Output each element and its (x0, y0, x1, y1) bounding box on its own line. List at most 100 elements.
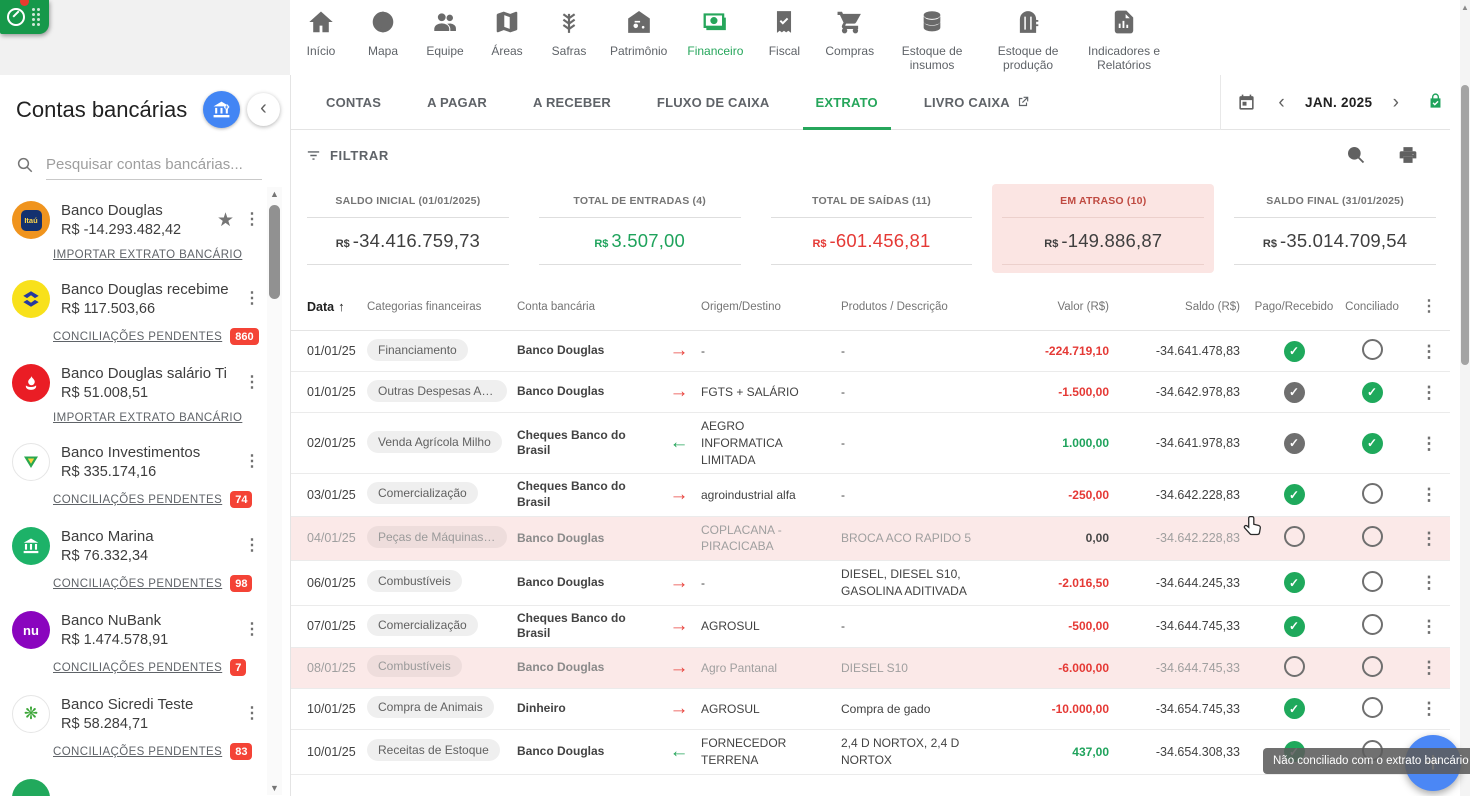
reconciled-status-icon[interactable] (1362, 614, 1383, 635)
transaction-row[interactable]: 01/01/25 Financiamento Banco Douglas → -… (291, 331, 1450, 372)
reconciled-status-icon[interactable] (1362, 656, 1383, 677)
bank-account-item-banco-douglas-salario-ti[interactable]: Banco Douglas salário Ti... R$ 51.008,51… (0, 354, 268, 433)
period-label[interactable]: JAN. 2025 (1293, 95, 1385, 110)
sidebar-scrollbar[interactable]: ▲ ▼ (267, 187, 282, 795)
account-action-link[interactable]: CONCILIAÇÕES PENDENTES (53, 746, 222, 758)
print-button[interactable] (1398, 145, 1418, 168)
row-menu-icon[interactable]: ⋮ (1421, 658, 1438, 677)
tab-extrato[interactable]: EXTRATO (793, 75, 901, 129)
row-menu-icon[interactable]: ⋮ (1421, 485, 1438, 504)
reconciled-status-icon[interactable] (1362, 697, 1383, 718)
account-action-link[interactable]: CONCILIAÇÕES PENDENTES (53, 494, 222, 506)
reconciliation-lock-icon[interactable] (1427, 91, 1444, 115)
page-scrollbar[interactable]: ▲ (1460, 0, 1470, 796)
column-header-data[interactable]: Data↑ (291, 299, 367, 314)
paid-status-icon[interactable] (1284, 526, 1305, 547)
account-action-link[interactable]: CONCILIAÇÕES PENDENTES (53, 331, 222, 343)
previous-month-button[interactable]: ‹ (1270, 92, 1292, 114)
transaction-row[interactable]: 08/01/25 Combustíveis Banco Douglas → Ag… (291, 648, 1450, 689)
transaction-row[interactable]: 01/01/25 Outras Despesas Ad... Banco Dou… (291, 372, 1450, 413)
tab-livro-caixa[interactable]: LIVRO CAIXA (901, 75, 1053, 129)
reconciled-status-icon[interactable] (1362, 339, 1383, 360)
column-header-produtos[interactable]: Produtos / Descrição (841, 301, 1001, 313)
bank-account-item-banco-douglas-recebime[interactable]: Banco Douglas recebime... R$ 117.503,66 … (0, 270, 268, 354)
bank-account-item-banco-nubank[interactable]: nu Banco NuBank R$ 1.474.578,91 ⋮ CONCIL… (0, 601, 268, 685)
drag-handle-icon[interactable] (32, 8, 40, 26)
account-action-link[interactable]: IMPORTAR EXTRATO BANCÁRIO (53, 249, 242, 261)
table-menu-icon[interactable]: ⋮ (1408, 299, 1450, 315)
transaction-row[interactable]: 06/01/25 Combustíveis Banco Douglas → - … (291, 561, 1450, 606)
account-action-link[interactable]: IMPORTAR EXTRATO BANCÁRIO (53, 412, 242, 424)
row-menu-icon[interactable]: ⋮ (1421, 342, 1438, 361)
column-header-saldo[interactable]: Saldo (R$) (1117, 301, 1252, 313)
reconciled-status-icon[interactable]: ✓ (1362, 382, 1383, 403)
add-bank-account-button[interactable] (203, 91, 240, 128)
extension-widget[interactable] (0, 0, 49, 34)
transaction-row[interactable]: 04/01/25 Peças de Máquinas e ... Banco D… (291, 517, 1450, 562)
row-menu-icon[interactable]: ⋮ (1421, 383, 1438, 402)
nav-item-compras[interactable]: Compras (815, 9, 884, 59)
kebab-menu-icon[interactable]: ⋮ (244, 375, 260, 391)
nav-item-fiscal[interactable]: Fiscal (753, 9, 815, 59)
page-scrollbar-thumb[interactable] (1461, 85, 1469, 365)
row-menu-icon[interactable]: ⋮ (1421, 529, 1438, 548)
calendar-button[interactable] (1237, 93, 1256, 112)
transaction-row[interactable]: 03/01/25 Comercialização Cheques Banco d… (291, 474, 1450, 516)
paid-status-icon[interactable]: ✓ (1284, 616, 1305, 637)
tab-a-pagar[interactable]: A PAGAR (404, 75, 510, 129)
account-action-link[interactable]: CONCILIAÇÕES PENDENTES (53, 578, 222, 590)
reconciled-status-icon[interactable] (1362, 571, 1383, 592)
paid-status-icon[interactable]: ✓ (1284, 572, 1305, 593)
bank-account-item-banco-marina[interactable]: Banco Marina R$ 76.332,34 ⋮ CONCILIAÇÕES… (0, 517, 268, 601)
column-header-origem[interactable]: Origem/Destino (701, 301, 841, 313)
row-menu-icon[interactable]: ⋮ (1421, 434, 1438, 453)
scroll-up-arrow-icon[interactable]: ▲ (267, 189, 282, 199)
column-header-valor[interactable]: Valor (R$) (1001, 301, 1117, 313)
nav-item-safras[interactable]: Safras (538, 9, 600, 59)
bank-account-item-banco-investimentos[interactable]: Banco Investimentos R$ 335.174,16 ⋮ CONC… (0, 433, 268, 517)
column-header-categorias[interactable]: Categorias financeiras (367, 301, 517, 313)
column-header-conciliado[interactable]: Conciliado (1336, 301, 1408, 313)
column-header-pago[interactable]: Pago/Recebido (1252, 301, 1336, 313)
paid-status-icon[interactable]: ✓ (1284, 341, 1305, 362)
star-icon[interactable]: ★ (217, 209, 234, 232)
scroll-up-arrow-icon[interactable]: ▲ (1460, 3, 1470, 12)
kebab-menu-icon[interactable]: ⋮ (244, 454, 260, 470)
nav-item-estoque-de-producao[interactable]: Estoque de produção (980, 9, 1076, 73)
kebab-menu-icon[interactable]: ⋮ (244, 538, 260, 554)
tab-contas[interactable]: CONTAS (303, 75, 404, 129)
reconciled-status-icon[interactable]: ✓ (1362, 433, 1383, 454)
search-transactions-button[interactable] (1346, 145, 1366, 168)
nav-item-mapa[interactable]: Mapa (352, 9, 414, 59)
row-menu-icon[interactable]: ⋮ (1421, 699, 1438, 718)
nav-item-equipe[interactable]: Equipe (414, 9, 476, 59)
bank-account-item-item[interactable]: ⋮ (0, 769, 268, 796)
kebab-menu-icon[interactable]: ⋮ (244, 622, 260, 638)
nav-item-inicio[interactable]: Início (290, 9, 352, 59)
account-action-link[interactable]: CONCILIAÇÕES PENDENTES (53, 662, 222, 674)
search-accounts-input[interactable] (46, 152, 262, 180)
nav-item-estoque-de-insumos[interactable]: Estoque de insumos (884, 9, 980, 73)
paid-status-icon[interactable]: ✓ (1284, 698, 1305, 719)
collapse-sidebar-button[interactable]: ‹ (247, 93, 280, 126)
nav-item-areas[interactable]: Áreas (476, 9, 538, 59)
column-header-conta[interactable]: Conta bancária (517, 301, 657, 313)
scroll-down-arrow-icon[interactable]: ▼ (267, 783, 282, 793)
paid-status-icon[interactable]: ✓ (1284, 382, 1305, 403)
tab-fluxo-de-caixa[interactable]: FLUXO DE CAIXA (634, 75, 793, 129)
sidebar-scrollbar-thumb[interactable] (269, 205, 280, 299)
filter-button[interactable]: FILTRAR (305, 147, 389, 164)
next-month-button[interactable]: › (1385, 92, 1407, 114)
row-menu-icon[interactable]: ⋮ (1421, 617, 1438, 636)
nav-item-patrimonio[interactable]: Patrimônio (600, 9, 677, 59)
nav-item-indicadores-e-relatorios[interactable]: Indicadores e Relatórios (1076, 9, 1172, 73)
paid-status-icon[interactable]: ✓ (1284, 433, 1305, 454)
kebab-menu-icon[interactable]: ⋮ (244, 291, 260, 307)
bank-account-item-banco-sicredi-teste[interactable]: ❋ Banco Sicredi Teste R$ 58.284,71 ⋮ CON… (0, 685, 268, 769)
reconciled-status-icon[interactable] (1362, 483, 1383, 504)
kebab-menu-icon[interactable]: ⋮ (244, 212, 260, 228)
tab-a-receber[interactable]: A RECEBER (510, 75, 634, 129)
row-menu-icon[interactable]: ⋮ (1421, 573, 1438, 592)
reconciled-status-icon[interactable] (1362, 526, 1383, 547)
transaction-row[interactable]: 10/01/25 Compra de Animais Dinheiro → AG… (291, 689, 1450, 730)
